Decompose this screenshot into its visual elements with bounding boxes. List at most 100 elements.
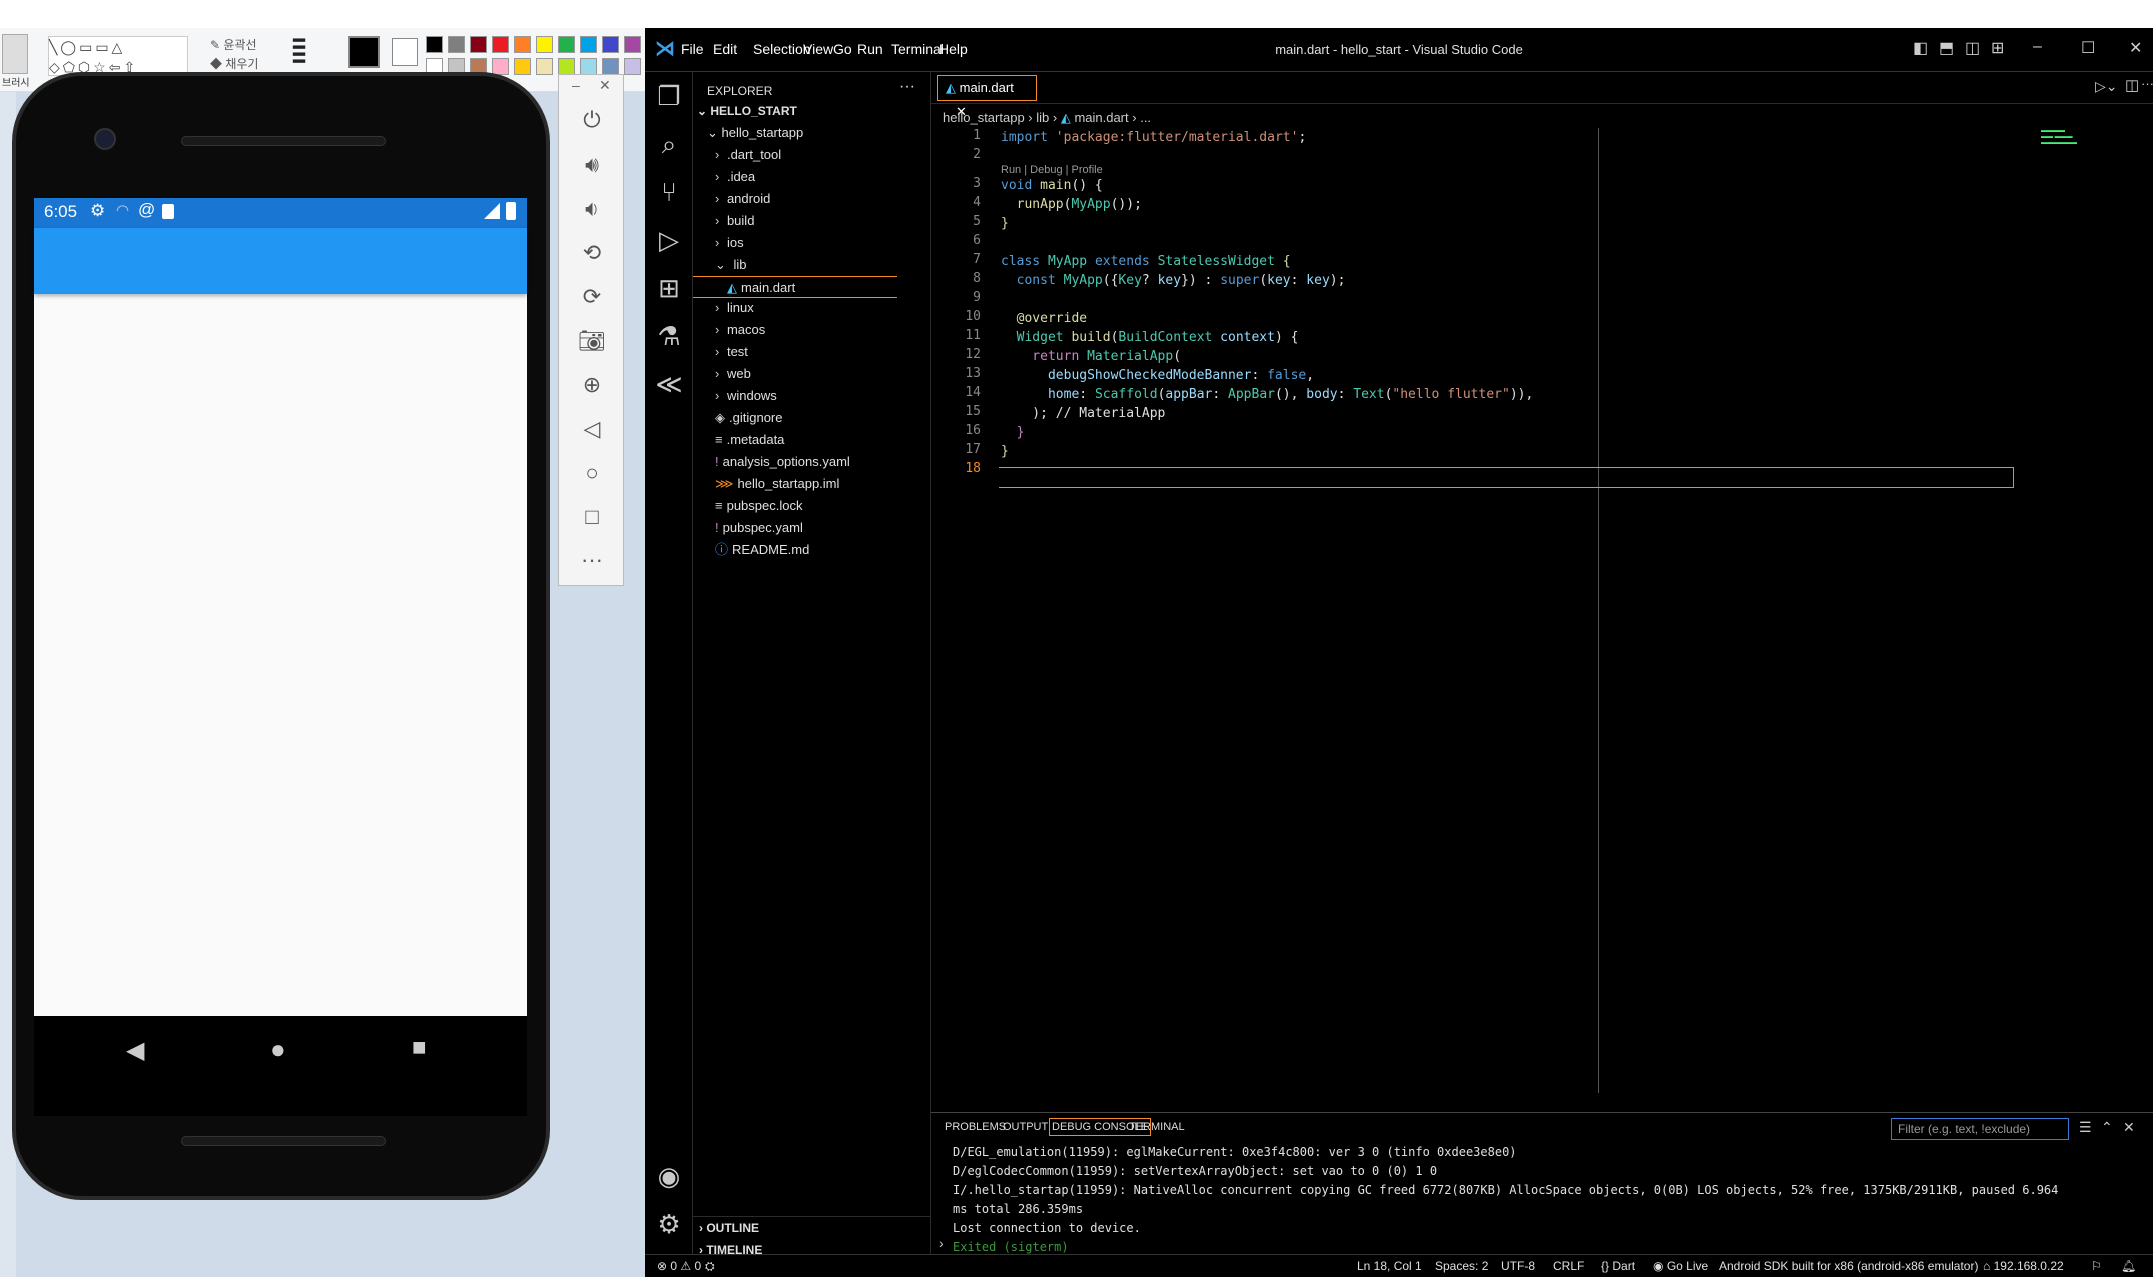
tree-item[interactable]: › .dart_tool (715, 144, 781, 166)
flutter-icon[interactable]: ≪ (645, 360, 693, 408)
rotate-right-icon[interactable]: ⟳ (559, 282, 625, 312)
color-swatch[interactable] (470, 36, 487, 53)
maximize-button[interactable]: ☐ (2081, 38, 2095, 58)
encoding[interactable]: UTF-8 (1501, 1259, 1535, 1273)
section-outline[interactable]: › OUTLINE (699, 1217, 759, 1239)
language-mode[interactable]: {} Dart (1601, 1259, 1635, 1273)
color-swatch[interactable] (426, 36, 443, 53)
back-icon[interactable]: ◀ (126, 1036, 144, 1065)
problems-status[interactable]: ⊗ 0 ⚠ 0 (657, 1259, 701, 1273)
tree-item[interactable]: ≡ pubspec.lock (715, 495, 802, 517)
split-editor-icon[interactable]: ◫ (2125, 76, 2139, 94)
volume-up-icon[interactable]: 🔊︎ (559, 150, 625, 180)
source-control-icon[interactable]: ⑂ (645, 168, 693, 216)
line-ending[interactable]: CRLF (1553, 1259, 1584, 1273)
flutter-debug-icon[interactable]: ⛭ (705, 1259, 715, 1274)
tree-item[interactable]: ⓘ README.md (715, 539, 809, 561)
folder-hello-startapp[interactable]: ⌄ hello_startapp (707, 122, 803, 144)
color-swatch[interactable] (536, 36, 553, 53)
maximize-panel-icon[interactable]: ⌃ (2101, 1119, 2113, 1136)
minimize-button[interactable]: – (2033, 38, 2042, 56)
home-icon[interactable]: ○ (559, 458, 625, 488)
device-selector[interactable]: Android SDK built for x86 (android-x86 e… (1719, 1259, 1978, 1273)
notifications-icon[interactable]: 🔔︎ (2121, 1259, 2136, 1273)
tab-problems[interactable]: PROBLEMS (945, 1121, 1006, 1133)
brush-icon[interactable] (2, 34, 28, 74)
breadcrumb-file[interactable]: main.dart (1074, 110, 1128, 125)
customize-layout-icon[interactable]: ⊞ (1991, 38, 2004, 58)
color-swatch[interactable] (558, 58, 575, 75)
power-icon[interactable]: ⏻ (559, 105, 625, 135)
color-swatch[interactable] (602, 36, 619, 53)
clear-console-icon[interactable]: ☰ (2079, 1119, 2092, 1136)
tree-item[interactable]: › test (715, 341, 748, 363)
indentation[interactable]: Spaces: 2 (1435, 1259, 1488, 1273)
outline-button[interactable]: ✎ 윤곽선 (210, 36, 257, 53)
tree-item[interactable]: › linux (715, 297, 754, 319)
go-live-button[interactable]: ◉ Go Live (1653, 1259, 1708, 1273)
color-swatch[interactable] (492, 36, 509, 53)
more-icon[interactable]: ··· (559, 545, 625, 575)
fill-button[interactable]: ◆ 채우기 (210, 55, 258, 72)
color2-swatch[interactable] (392, 38, 418, 66)
tree-item[interactable]: ⌄ lib (715, 254, 747, 276)
tree-item[interactable]: › windows (715, 385, 777, 407)
toggle-sidebar-icon[interactable]: ◧ (1913, 38, 1928, 58)
manage-gear-icon[interactable]: ⚙ (645, 1200, 693, 1248)
phone-screen[interactable] (34, 198, 527, 1016)
tree-item[interactable]: › android (715, 188, 770, 210)
camera-icon[interactable]: 📷︎ (559, 326, 625, 356)
color-swatch[interactable] (558, 36, 575, 53)
tree-item[interactable]: › macos (715, 319, 765, 341)
close-panel-icon[interactable]: ✕ (2123, 1119, 2135, 1136)
tree-item[interactable]: › .idea (715, 166, 755, 188)
color-swatch[interactable] (624, 36, 641, 53)
minimize-emulator-button[interactable]: – (572, 77, 580, 93)
color-swatch[interactable] (580, 58, 597, 75)
tab-output[interactable]: OUTPUT (1003, 1121, 1048, 1133)
toggle-secondary-sidebar-icon[interactable]: ◫ (1965, 38, 1980, 58)
rotate-left-icon[interactable]: ⟲ (559, 238, 625, 268)
tree-item[interactable]: ⋙ hello_startapp.iml (715, 473, 839, 495)
shapes-gallery[interactable]: ╲◯▭▭△ ◇⬠⬡☆⇦⇧ (48, 36, 188, 76)
breadcrumb-more[interactable]: ... (1140, 110, 1151, 125)
search-icon[interactable]: ⌕ (645, 120, 693, 168)
editor-more-icon[interactable]: ··· (2141, 76, 2153, 91)
testing-icon[interactable]: ⚗ (645, 312, 693, 360)
color-swatch[interactable] (514, 36, 531, 53)
tree-item[interactable]: ◭ main.dart (693, 275, 897, 298)
color-swatch[interactable] (580, 36, 597, 53)
explorer-icon[interactable]: ❐ (645, 72, 693, 120)
more-actions-icon[interactable]: ··· (899, 78, 915, 96)
home-icon[interactable]: ● (270, 1034, 286, 1065)
volume-down-icon[interactable]: 🔉︎ (559, 194, 625, 224)
tree-item[interactable]: ! analysis_options.yaml (715, 451, 850, 473)
overview-icon[interactable]: □ (559, 502, 625, 532)
recents-icon[interactable]: ■ (412, 1034, 427, 1062)
back-icon[interactable]: ◁ (559, 414, 625, 444)
minimap[interactable]: ▬▬▬▬ ▬▬ ▬▬▬ ▬▬▬▬▬▬ (2041, 128, 2111, 158)
color-swatch[interactable] (602, 58, 619, 75)
tab-terminal[interactable]: TERMINAL (1129, 1121, 1185, 1133)
close-button[interactable]: ✕ (2129, 38, 2142, 58)
run-icon[interactable]: ▷⌄ (2095, 78, 2118, 95)
close-emulator-button[interactable]: ✕ (599, 77, 611, 94)
code-editor[interactable]: ▬▬▬▬ ▬▬ ▬▬▬ ▬▬▬▬▬▬ 1 import 'package:flutte… (931, 128, 2153, 1112)
run-debug-icon[interactable]: ▷ (645, 216, 693, 264)
color-swatch[interactable] (448, 36, 465, 53)
color1-swatch[interactable] (348, 36, 380, 68)
tree-item[interactable]: ≡ .metadata (715, 429, 784, 451)
tree-item[interactable]: ! pubspec.yaml (715, 517, 803, 539)
feedback-icon[interactable]: ⚐ (2091, 1259, 2102, 1273)
color-swatch[interactable] (492, 58, 509, 75)
remote-ip[interactable]: ⌂ 192.168.0.22 (1983, 1259, 2064, 1273)
workspace-root[interactable]: ⌄ HELLO_START (697, 100, 797, 122)
toggle-panel-icon[interactable]: ⬒ (1939, 38, 1954, 58)
tab-main-dart[interactable]: ◭ main.dart ✕ (937, 75, 1037, 119)
tree-item[interactable]: ◈ .gitignore (715, 407, 782, 429)
color-swatch[interactable] (624, 58, 641, 75)
size-icon[interactable]: ━ ━ ━ ━ (293, 31, 327, 72)
tree-item[interactable]: › web (715, 363, 751, 385)
codelens[interactable]: Run | Debug | Profile (1001, 164, 1103, 176)
accounts-icon[interactable]: ◉ (645, 1152, 693, 1200)
